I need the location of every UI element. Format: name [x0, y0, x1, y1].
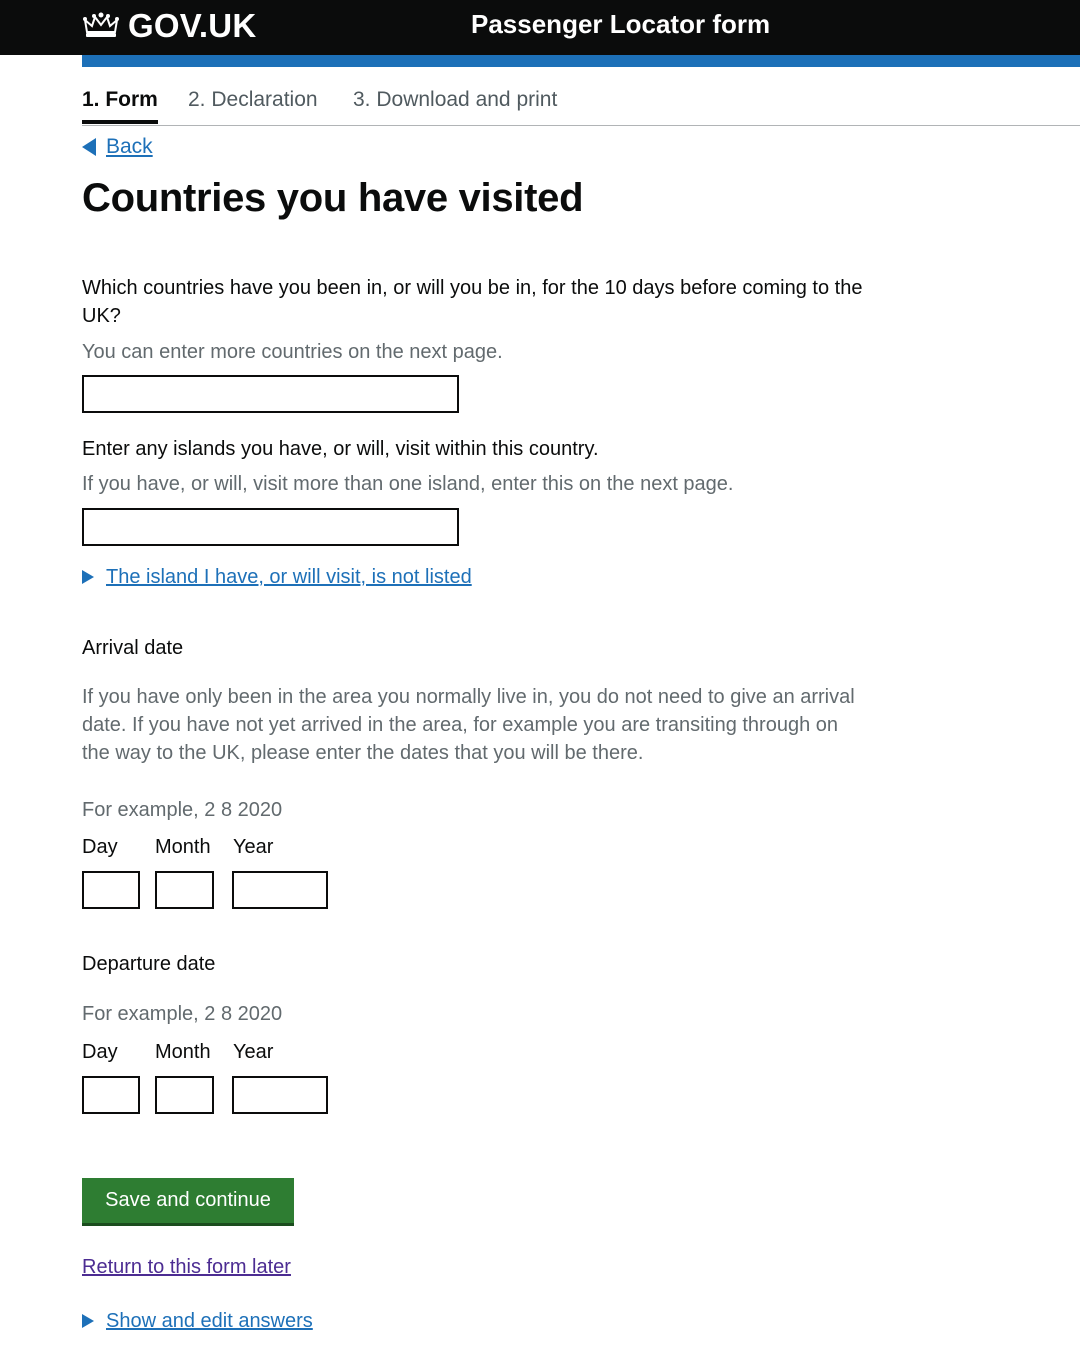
islands-input[interactable] — [82, 508, 459, 546]
save-and-continue-button[interactable]: Save and continue — [82, 1178, 294, 1223]
header-accent-bar — [82, 55, 1080, 67]
return-later-link[interactable]: Return to this form later — [82, 1256, 291, 1279]
islands-hint: If you have, or will, visit more than on… — [82, 473, 734, 495]
arrival-date-example: For example, 2 8 2020 — [82, 799, 283, 821]
back-link-label: Back — [106, 135, 153, 158]
countries-hint: You can enter more countries on the next… — [82, 341, 503, 363]
departure-date-legend: Departure date — [82, 953, 216, 975]
step-download-and-print: 3. Download and print — [353, 88, 558, 111]
service-name[interactable]: Passenger Locator form — [471, 9, 770, 40]
departure-day-label: Day — [82, 1041, 118, 1063]
departure-month-input[interactable] — [155, 1076, 214, 1114]
step-form: 1. Form — [82, 88, 158, 124]
disclosure-triangle-icon — [82, 570, 94, 584]
disclosure-triangle-icon — [82, 1314, 94, 1328]
departure-year-input[interactable] — [232, 1076, 328, 1114]
step-declaration: 2. Declaration — [188, 88, 318, 111]
departure-day-input[interactable] — [82, 1076, 140, 1114]
departure-year-label: Year — [233, 1041, 274, 1063]
arrival-month-label: Month — [155, 836, 211, 858]
step-navigation: 1. Form 2. Declaration 3. Download and p… — [82, 86, 1080, 126]
island-not-listed-summary: The island I have, or will visit, is not… — [106, 565, 472, 588]
page-title: Countries you have visited — [82, 176, 584, 220]
arrival-date-hint: If you have only been in the area you no… — [82, 686, 855, 764]
back-arrow-icon — [82, 138, 96, 156]
arrival-day-input[interactable] — [82, 871, 140, 909]
countries-label: Which countries have you been in, or wil… — [82, 277, 863, 327]
show-and-edit-answers-summary: Show and edit answers — [106, 1309, 313, 1332]
island-not-listed-details[interactable]: The island I have, or will visit, is not… — [82, 563, 472, 591]
arrival-year-input[interactable] — [232, 871, 328, 909]
crown-icon — [82, 11, 120, 41]
departure-month-label: Month — [155, 1041, 211, 1063]
departure-date-example: For example, 2 8 2020 — [82, 1003, 283, 1025]
arrival-day-label: Day — [82, 836, 118, 858]
govuk-logo[interactable]: GOV.UK — [82, 6, 256, 46]
countries-input[interactable] — [82, 375, 459, 413]
site-header: GOV.UK Passenger Locator form — [0, 0, 1080, 55]
logo-text: GOV.UK — [128, 7, 257, 44]
back-link[interactable]: Back — [82, 133, 153, 161]
arrival-month-input[interactable] — [155, 871, 214, 909]
islands-label: Enter any islands you have, or will, vis… — [82, 438, 599, 460]
arrival-year-label: Year — [233, 836, 274, 858]
show-and-edit-answers-details[interactable]: Show and edit answers — [82, 1307, 313, 1335]
arrival-date-legend: Arrival date — [82, 637, 184, 659]
